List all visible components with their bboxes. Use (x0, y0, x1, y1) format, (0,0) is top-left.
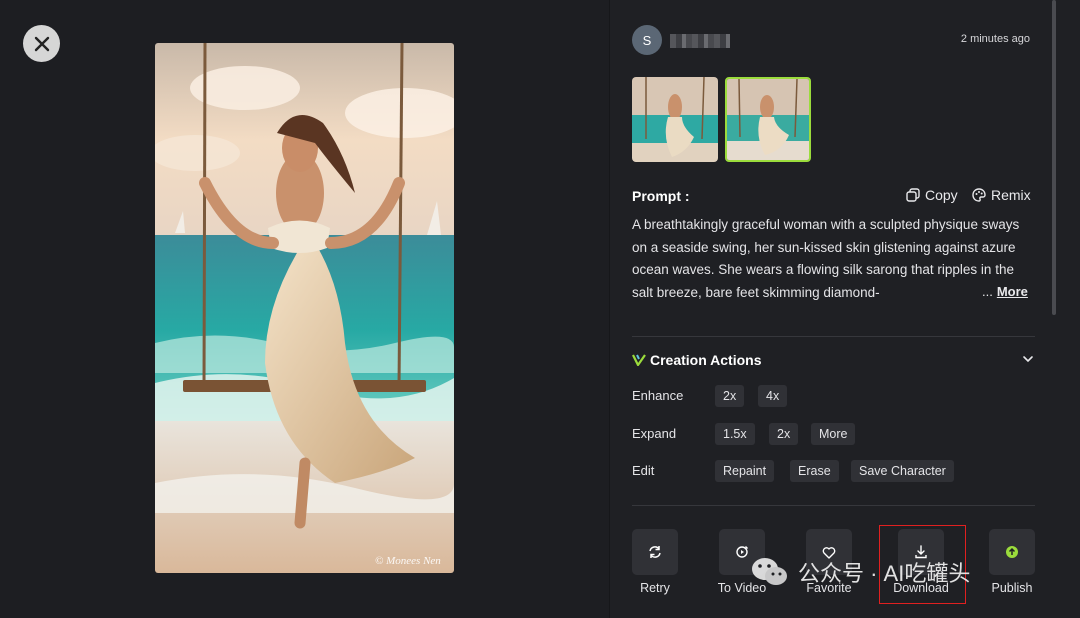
created-timestamp: 2 minutes ago (960, 33, 1030, 45)
edit-label: Edit (632, 463, 655, 478)
chevron-down-icon[interactable] (1022, 354, 1034, 364)
prompt-more-link[interactable]: ... More (982, 284, 1028, 299)
prompt-text: A breathtakingly graceful woman with a s… (632, 217, 1020, 301)
image-credit: © Mοnees Nen (375, 555, 441, 567)
copy-prompt-button[interactable]: Copy (906, 187, 958, 203)
retry-button[interactable] (632, 529, 678, 575)
author-name-redacted[interactable] (670, 34, 730, 48)
more-label: More (996, 284, 1028, 299)
creation-actions-header[interactable]: Creation Actions (632, 352, 762, 368)
generated-image: © Mοnees Nen (155, 43, 454, 573)
retry-icon (649, 546, 661, 558)
wechat-icon (752, 558, 787, 585)
details-panel: S 2 minutes ago Prompt : Copy Remix A br… (609, 0, 1080, 618)
enhance-2x-button[interactable]: 2x (715, 385, 745, 407)
section-divider (632, 505, 1035, 506)
save-character-button[interactable]: Save Character (851, 460, 954, 482)
image-thumbnail-2-selected[interactable] (725, 77, 811, 162)
erase-button[interactable]: Erase (790, 460, 839, 482)
close-icon (34, 36, 49, 51)
expand-more-button[interactable]: More (811, 423, 856, 445)
brand-v-icon (632, 354, 646, 366)
publish-icon (1006, 546, 1018, 558)
panel-scrollbar[interactable] (1052, 0, 1056, 315)
enhance-4x-button[interactable]: 4x (758, 385, 788, 407)
image-thumbnail-1[interactable] (632, 77, 718, 162)
prompt-heading: Prompt : (632, 188, 690, 204)
image-viewer: © Mοnees Nen (0, 0, 609, 618)
section-divider (632, 336, 1035, 337)
prompt-ellipsis: ... (982, 284, 993, 299)
remix-button[interactable]: Remix (972, 187, 1031, 203)
video-icon (736, 546, 748, 558)
wechat-watermark: 公众号 · AI吃罐头 (750, 555, 970, 589)
close-button[interactable] (23, 25, 60, 62)
author-avatar[interactable]: S (632, 25, 662, 55)
expand-2x-button[interactable]: 2x (769, 423, 799, 445)
retry-label: Retry (640, 581, 670, 595)
creation-actions-title: Creation Actions (650, 352, 762, 368)
expand-label: Expand (632, 426, 677, 441)
copy-icon (906, 188, 920, 202)
enhance-label: Enhance (632, 388, 684, 403)
remix-icon (972, 188, 986, 202)
copy-label: Copy (925, 187, 958, 203)
expand-1-5x-button[interactable]: 1.5x (715, 423, 755, 445)
publish-button[interactable] (989, 529, 1035, 575)
watermark-text: 公众号 · AI吃罐头 (798, 561, 971, 586)
publish-label: Publish (991, 581, 1033, 595)
repaint-button[interactable]: Repaint (715, 460, 775, 482)
remix-label: Remix (991, 187, 1031, 203)
